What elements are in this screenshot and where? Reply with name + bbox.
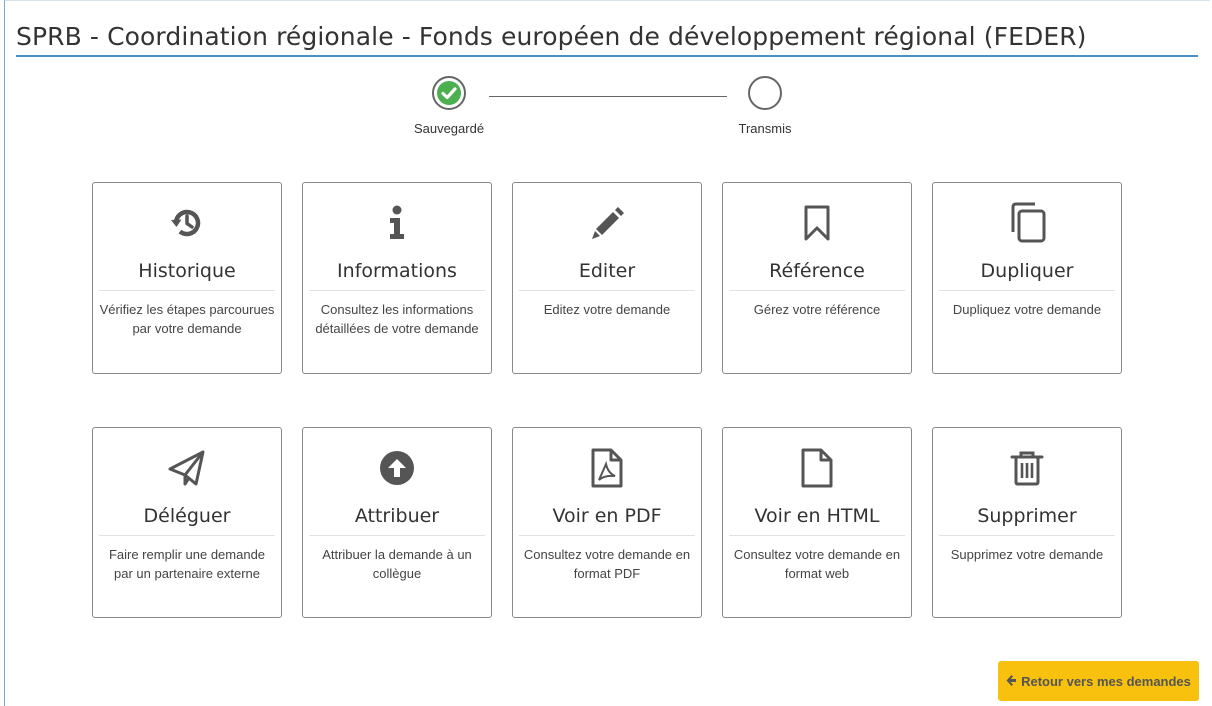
tile-dupliquer[interactable]: Dupliquer Dupliquez votre demande — [932, 182, 1122, 374]
history-icon — [93, 203, 281, 243]
tile-editer[interactable]: Editer Editez votre demande — [512, 182, 702, 374]
tile-description: Attribuer la demande à un collègue — [322, 547, 472, 581]
tile-title: Déléguer — [99, 505, 275, 536]
tile-description: Consultez votre demande en format web — [733, 547, 901, 581]
page-title: SPRB - Coordination régionale - Fonds eu… — [16, 22, 1198, 57]
paper-plane-icon — [93, 448, 281, 488]
tile-supprimer[interactable]: Supprimer Supprimez votre demande — [932, 427, 1122, 618]
tile-description: Supprimez votre demande — [950, 547, 1104, 562]
tile-description: Editez votre demande — [543, 302, 671, 317]
tile-title: Attribuer — [309, 505, 485, 536]
tile-title: Référence — [729, 260, 905, 291]
tile-description: Dupliquez votre demande — [952, 302, 1102, 317]
tile-description: Consultez les informations détaillées de… — [315, 302, 479, 336]
step-pending-circle — [748, 76, 782, 110]
step-label: Transmis — [738, 121, 792, 136]
back-button-label: Retour vers mes demandes — [1021, 673, 1191, 689]
step-done-circle — [432, 76, 466, 110]
pencil-icon — [513, 203, 701, 243]
tile-description: Consultez votre demande en format PDF — [523, 547, 691, 581]
tile-informations[interactable]: Informations Consultez les informations … — [302, 182, 492, 374]
tile-attribuer[interactable]: Attribuer Attribuer la demande à un coll… — [302, 427, 492, 618]
back-to-requests-button[interactable]: Retour vers mes demandes — [998, 661, 1199, 701]
tile-historique[interactable]: Historique Vérifiez les étapes parcourue… — [92, 182, 282, 374]
tile-title: Supprimer — [939, 505, 1115, 536]
arrow-circle-up-icon — [303, 448, 491, 488]
info-icon — [303, 203, 491, 243]
arrow-left-icon — [1006, 674, 1017, 689]
file-icon — [723, 448, 911, 488]
tile-title: Voir en HTML — [729, 505, 905, 536]
step-sauvegarde: Sauvegardé — [389, 76, 509, 136]
trash-icon — [933, 448, 1121, 488]
tile-title: Historique — [99, 260, 275, 291]
tile-description: Gérez votre référence — [753, 302, 881, 317]
step-transmis: Transmis — [705, 76, 825, 136]
tile-title: Dupliquer — [939, 260, 1115, 291]
tile-voir-pdf[interactable]: Voir en PDF Consultez votre demande en f… — [512, 427, 702, 618]
tile-title: Voir en PDF — [519, 505, 695, 536]
bookmark-icon — [723, 203, 911, 243]
copy-icon — [933, 202, 1121, 243]
tile-title: Informations — [309, 260, 485, 291]
tile-reference[interactable]: Référence Gérez votre référence — [722, 182, 912, 374]
check-icon — [437, 81, 461, 105]
step-label: Sauvegardé — [413, 121, 485, 136]
tile-voir-html[interactable]: Voir en HTML Consultez votre demande en … — [722, 427, 912, 618]
stepper-connector — [489, 96, 727, 97]
tile-title: Editer — [519, 260, 695, 291]
tile-deleguer[interactable]: Déléguer Faire remplir une demande par u… — [92, 427, 282, 618]
tile-description: Vérifiez les étapes parcourues par votre… — [99, 302, 275, 336]
pdf-file-icon — [513, 448, 701, 488]
tile-description: Faire remplir une demande par un partena… — [108, 547, 266, 581]
